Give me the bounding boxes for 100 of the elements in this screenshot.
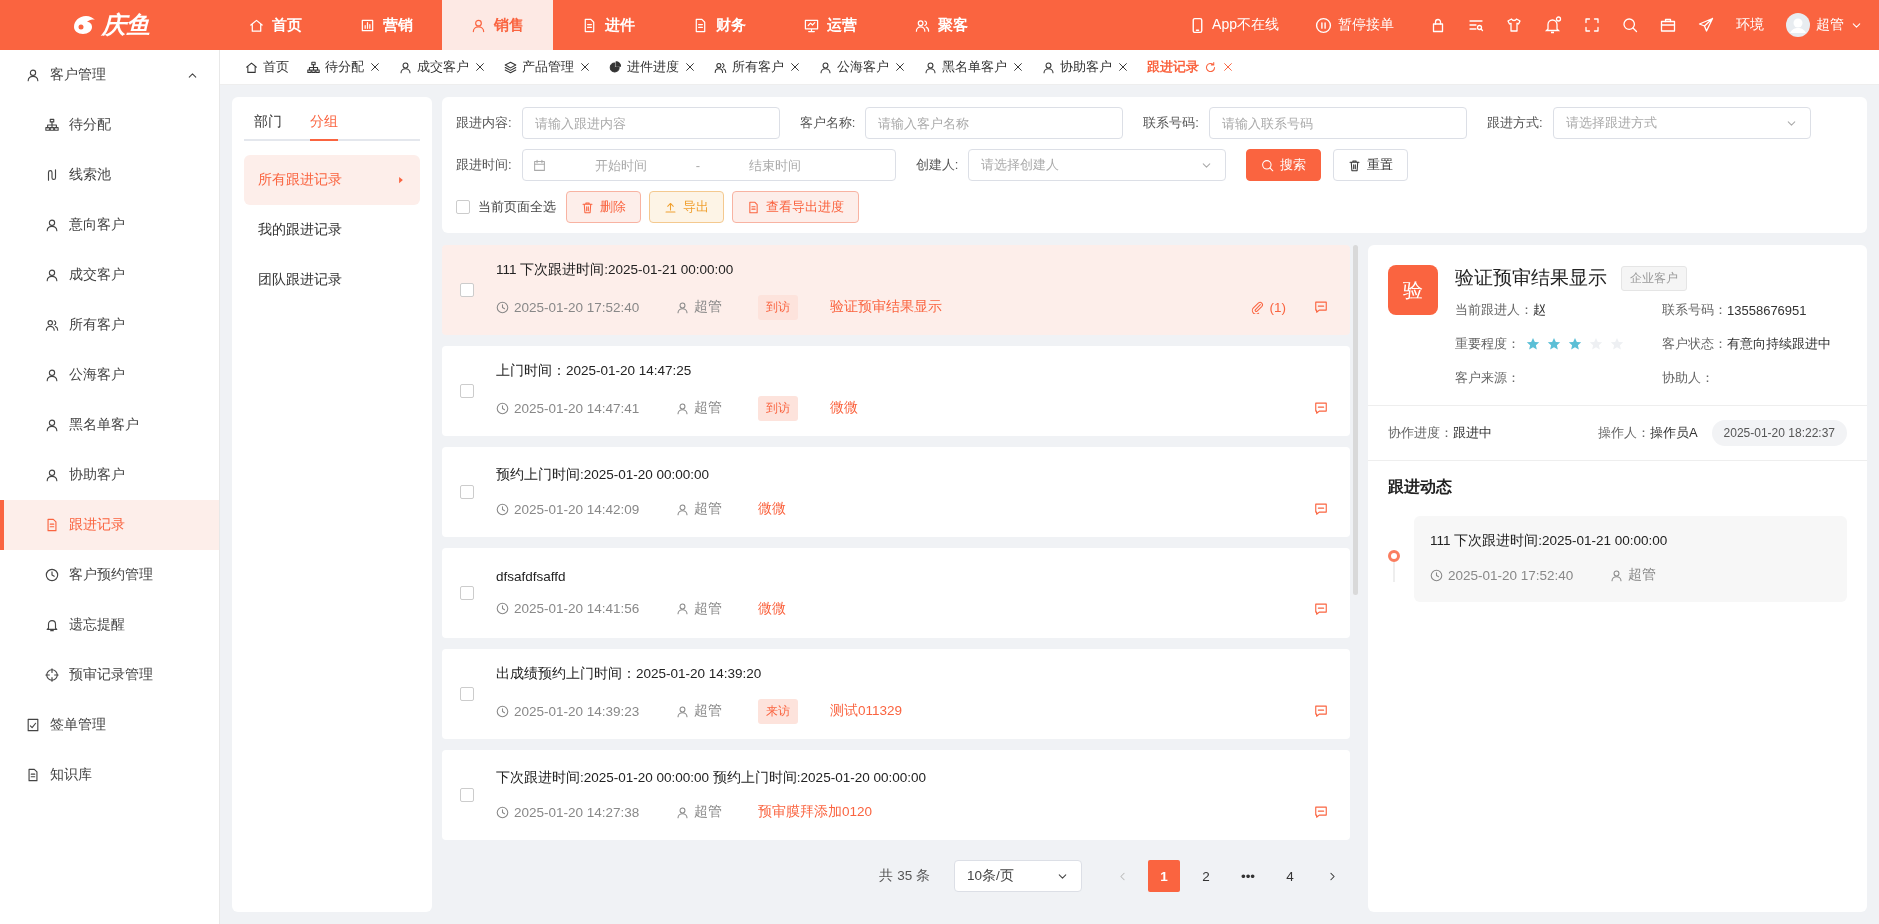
chat-icon[interactable] — [1314, 601, 1328, 616]
page-tab[interactable]: 所有客户 — [705, 58, 810, 76]
page-tab[interactable]: 首页 — [236, 58, 298, 76]
record-time: 2025-01-20 14:41:56 — [514, 601, 640, 616]
search-icon[interactable] — [1622, 17, 1638, 33]
chat-icon[interactable] — [1314, 401, 1328, 415]
person-icon — [924, 60, 937, 74]
chat-icon[interactable] — [1314, 704, 1328, 718]
customer-name: 验证预审结果显示 — [1455, 266, 1607, 290]
start-date-field[interactable]: 开始时间 — [545, 156, 696, 174]
customer-type-tag: 企业客户 — [1621, 265, 1687, 291]
record-title: 111 下次跟进时间:2025-01-21 00:00:00 — [496, 260, 735, 279]
page-tab[interactable]: 待分配 — [298, 58, 390, 76]
person-icon — [676, 502, 689, 516]
document-icon — [693, 17, 708, 33]
text-field[interactable]: 请输入联系号码 — [1208, 107, 1467, 139]
send-icon[interactable] — [1698, 17, 1714, 33]
close-icon[interactable] — [369, 61, 381, 73]
record-time: 2025-01-20 14:39:23 — [514, 703, 640, 719]
record-card[interactable]: 下次跟进时间:2025-01-20 00:00:00 预约上门时间:2025-01-20 00:00:00 2025-01-20 14:27:38 超管 预审膜拜添加0120 — [442, 750, 1350, 840]
page-tab[interactable]: 产品管理 — [495, 58, 600, 76]
info-label: 操作人： — [1597, 424, 1650, 442]
visit-tag: 来访 — [758, 698, 798, 724]
reset-button[interactable]: 重置 — [1333, 149, 1409, 181]
sidebar-group[interactable]: 签单管理 — [0, 700, 219, 750]
panel-tab[interactable]: 部门 — [254, 109, 282, 141]
page-size-select[interactable]: 10条/页 — [954, 860, 1082, 892]
close-icon[interactable] — [579, 61, 591, 73]
sidebar-item[interactable]: 预审记录管理 — [0, 650, 219, 700]
clock-icon — [1430, 568, 1443, 582]
sidebar-item[interactable]: 待分配 — [0, 100, 219, 150]
shirt-icon[interactable] — [1506, 17, 1522, 33]
checkbox-label[interactable]: 当前页面全选 — [478, 198, 556, 216]
page-tab[interactable]: 协助客户 — [1033, 58, 1138, 76]
clock-icon — [496, 502, 509, 516]
record-card[interactable]: 上门时间：2025-01-20 14:47:25 2025-01-20 14:47:41 超管 到访 微微 — [442, 346, 1350, 436]
record-author: 超管 — [694, 599, 722, 618]
avatar-icon[interactable] — [1786, 13, 1810, 37]
page-tab[interactable]: 成交客户 — [390, 58, 495, 76]
info-label: 客户来源： — [1455, 369, 1520, 387]
person-icon — [45, 218, 59, 232]
end-date-field[interactable]: 结束时间 — [699, 156, 850, 174]
close-icon[interactable] — [789, 61, 801, 73]
page-ellipsis[interactable]: ••• — [1232, 860, 1264, 892]
lock-icon[interactable] — [1430, 17, 1446, 33]
checkbox[interactable] — [460, 384, 474, 398]
group-item[interactable]: 团队跟进记录 — [244, 255, 420, 305]
sidebar-item[interactable]: 黑名单客户 — [0, 400, 219, 450]
briefcase-icon[interactable] — [1660, 17, 1676, 33]
checkbox[interactable] — [460, 485, 474, 499]
close-icon[interactable] — [1012, 61, 1024, 73]
record-card[interactable]: 出成绩预约上门时间：2025-01-20 14:39:20 2025-01-20 14:39:23 超管 来访 测试011329 — [442, 649, 1350, 739]
sidebar-item[interactable]: 公海客户 — [0, 350, 219, 400]
sidebar-item[interactable]: 成交客户 — [0, 250, 219, 300]
close-icon[interactable] — [894, 61, 906, 73]
clock-icon — [496, 805, 509, 819]
route-icon — [45, 168, 59, 182]
person-icon — [45, 368, 59, 382]
close-icon[interactable] — [684, 61, 696, 73]
chat-icon[interactable] — [1314, 502, 1328, 516]
record-card[interactable]: dfsafdfsaffd 2025-01-20 14:41:56 超管 微微 — [442, 548, 1350, 638]
notification-bell-icon[interactable] — [1544, 16, 1562, 34]
page-button[interactable]: 2 — [1190, 860, 1222, 892]
checkbox[interactable] — [460, 283, 474, 297]
text-field[interactable]: 请输入跟进内容 — [521, 107, 780, 139]
expand-icon[interactable] — [1584, 17, 1600, 33]
page-button[interactable]: 4 — [1274, 860, 1306, 892]
checkbox[interactable] — [456, 200, 470, 214]
visit-tag: 到访 — [758, 395, 798, 421]
checkbox[interactable] — [460, 788, 474, 802]
chat-icon[interactable] — [1314, 805, 1328, 819]
sidebar-item[interactable]: 意向客户 — [0, 200, 219, 250]
info-value: 赵 — [1533, 301, 1546, 319]
chart-icon — [360, 17, 375, 33]
sidebar-group[interactable]: 知识库 — [0, 750, 219, 800]
checkbox[interactable] — [460, 687, 474, 701]
group-item[interactable]: 我的跟进记录 — [244, 205, 420, 255]
checkbox[interactable] — [460, 586, 474, 600]
close-icon[interactable] — [474, 61, 486, 73]
sidebar-item[interactable]: 遗忘提醒 — [0, 600, 219, 650]
refresh-icon[interactable] — [1204, 60, 1217, 74]
text-field[interactable]: 请输入客户名称 — [865, 107, 1124, 139]
page-tab[interactable]: 公海客户 — [810, 58, 915, 76]
sidebar-item[interactable]: 所有客户 — [0, 300, 219, 350]
record-card[interactable]: 111 下次跟进时间:2025-01-21 00:00:00 2025-01-20 17:52:40 超管 到访 验证预审结果显示 (1) — [442, 245, 1350, 335]
chat-icon[interactable] — [1314, 300, 1328, 314]
page-tab[interactable]: 黑名单客户 — [915, 58, 1033, 76]
sidebar-item[interactable]: 客户预约管理 — [0, 550, 219, 600]
sidebar-item[interactable]: 协助客户 — [0, 450, 219, 500]
scroll-bar[interactable] — [1353, 245, 1358, 595]
timeline-dot-icon — [1388, 550, 1400, 582]
record-card[interactable]: 预约上门时间:2025-01-20 00:00:00 2025-01-20 14:42:09 超管 微微 — [442, 447, 1350, 537]
page-tab[interactable]: 进件进度 — [600, 58, 705, 76]
sidebar-group[interactable]: 客户管理 — [0, 50, 219, 100]
list-search-icon[interactable] — [1468, 17, 1484, 33]
person-icon — [676, 704, 689, 718]
close-icon[interactable] — [1117, 61, 1129, 73]
record-author: 超管 — [694, 803, 722, 821]
target-icon — [45, 668, 59, 682]
sidebar-item[interactable]: 线索池 — [0, 150, 219, 200]
